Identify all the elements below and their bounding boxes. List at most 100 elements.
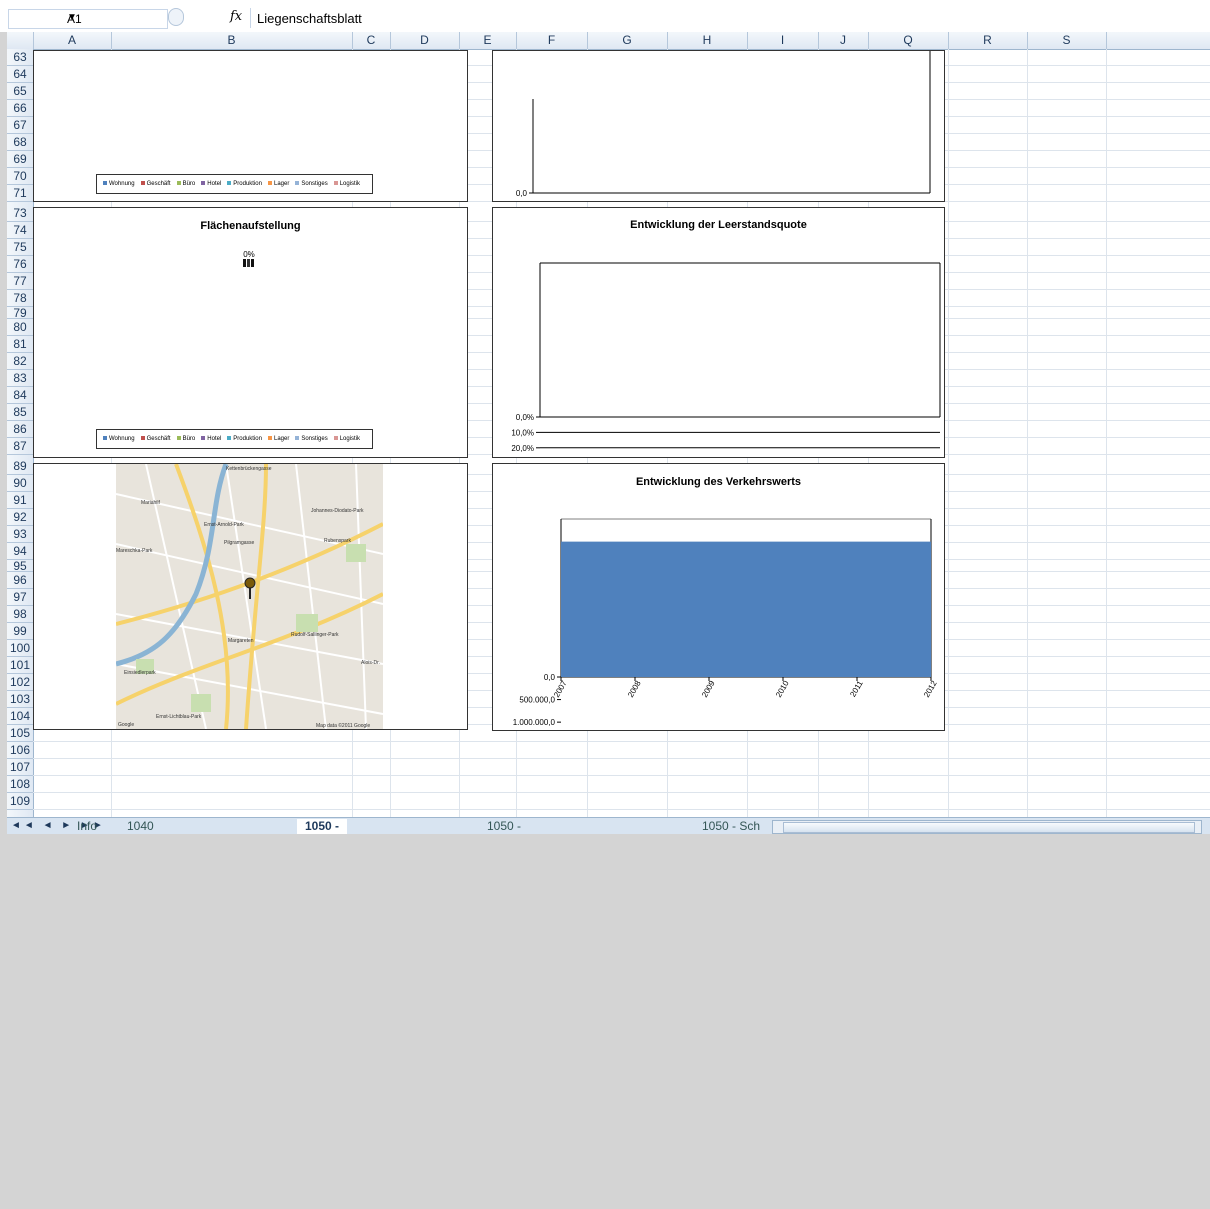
column-header-e[interactable]: E — [459, 32, 517, 49]
sheet-tab-2[interactable]: 1040 — [127, 819, 154, 834]
row-header-87[interactable]: 87 — [7, 438, 33, 455]
legend-label: Produktion — [233, 181, 262, 187]
legend-swatch — [103, 436, 107, 441]
row-header-107[interactable]: 107 — [7, 759, 33, 776]
scrollbar-thumb[interactable] — [783, 822, 1195, 833]
chart-top-right[interactable]: 0,00,10,20,30,40,50,6 — [492, 50, 945, 292]
expand-icon[interactable] — [168, 8, 184, 26]
row-header-90[interactable]: 90 — [7, 475, 33, 492]
row-header-71[interactable]: 71 — [7, 185, 33, 202]
map-label: Map data ©2011 Google — [316, 722, 370, 729]
function-icon[interactable]: fx — [230, 9, 242, 24]
row-header-67[interactable]: 67 — [7, 117, 33, 134]
column-header-d[interactable]: D — [390, 32, 460, 49]
row-header-86[interactable]: 86 — [7, 421, 33, 438]
row-header-77[interactable]: 77 — [7, 273, 33, 290]
legend-item: Wohnung — [103, 436, 135, 442]
sheet-tab-3[interactable]: 1050 - — [297, 819, 348, 834]
column-header-r[interactable]: R — [948, 32, 1028, 49]
chart-flaechenaufstellung[interactable]: Flächenaufstellung 0% Wohnung Geschäft Bür… — [33, 207, 468, 458]
row-header-82[interactable]: 82 — [7, 353, 33, 370]
legend-item: Sonstiges — [295, 181, 328, 187]
row-header-66[interactable]: 66 — [7, 100, 33, 117]
row-header-78[interactable]: 78 — [7, 290, 33, 307]
row-header-104[interactable]: 104 — [7, 708, 33, 725]
row-header-69[interactable]: 69 — [7, 151, 33, 168]
column-header-i[interactable]: I — [747, 32, 819, 49]
map-label: Johannes-Diodato-Park — [311, 508, 364, 514]
worksheet-grid[interactable]: ABCDEFGHIJQRS 63 64 65 66 67 68 69 70 71 73 74 75 76… — [7, 32, 1210, 817]
row-header-64[interactable]: 64 — [7, 66, 33, 83]
legend-item: Produktion — [227, 181, 262, 187]
row-header-81[interactable]: 81 — [7, 336, 33, 353]
map-label: Mariahilf — [141, 500, 161, 506]
row-header-83[interactable]: 83 — [7, 370, 33, 387]
row-header-76[interactable]: 76 — [7, 256, 33, 273]
area-series — [561, 541, 931, 677]
horizontal-scrollbar[interactable] — [772, 820, 1202, 834]
row-header-65[interactable]: 65 — [7, 83, 33, 100]
legend-label: Produktion — [233, 436, 262, 442]
row-header-92[interactable]: 92 — [7, 509, 33, 526]
pie-slices — [243, 259, 254, 267]
row-header-101[interactable]: 101 — [7, 657, 33, 674]
row-header-75[interactable]: 75 — [7, 239, 33, 256]
column-header-s[interactable]: S — [1027, 32, 1107, 49]
select-all-corner[interactable] — [7, 32, 34, 49]
row-header-70[interactable]: 70 — [7, 168, 33, 185]
sheet-tab-5[interactable]: 1050 - Sch — [702, 819, 760, 834]
row-header-63[interactable]: 63 — [7, 49, 33, 66]
row-header-68[interactable]: 68 — [7, 134, 33, 151]
gridline-horizontal — [33, 758, 1210, 759]
chevron-down-icon[interactable]: ▼ — [67, 12, 77, 23]
row-header-84[interactable]: 84 — [7, 387, 33, 404]
row-header-93[interactable]: 93 — [7, 526, 33, 543]
row-header-98[interactable]: 98 — [7, 606, 33, 623]
row-header-94[interactable]: 94 — [7, 543, 33, 560]
sheet-tab-1[interactable]: Info — [77, 819, 97, 834]
row-header-106[interactable]: 106 — [7, 742, 33, 759]
row-header-109[interactable]: 109 — [7, 793, 33, 810]
legend-item: Wohnung — [103, 181, 135, 187]
column-header-h[interactable]: H — [667, 32, 748, 49]
sheet-tab-4[interactable]: 1050 - — [487, 819, 521, 834]
column-header-f[interactable]: F — [516, 32, 588, 49]
row-header-105[interactable]: 105 — [7, 725, 33, 742]
gridline-horizontal — [33, 775, 1210, 776]
formula-input[interactable]: Liegenschaftsblatt — [250, 8, 1209, 28]
row-header-97[interactable]: 97 — [7, 589, 33, 606]
chart-verkehrswert[interactable]: Entwicklung des Verkehrswerts 0,0 500.000… — [492, 463, 945, 731]
map-label: Ernst-Lichtblau-Park — [156, 714, 202, 720]
column-header-j[interactable]: J — [818, 32, 869, 49]
chart-leerstandsquote[interactable]: Entwicklung der Leerstandsquote 0,0% 10,0… — [492, 207, 945, 458]
row-header-80[interactable]: 80 — [7, 319, 33, 336]
row-header-100[interactable]: 100 — [7, 640, 33, 657]
row-header-85[interactable]: 85 — [7, 404, 33, 421]
name-box[interactable]: A1 ▼ — [8, 9, 168, 29]
column-header-g[interactable]: G — [587, 32, 668, 49]
row-header-102[interactable]: 102 — [7, 674, 33, 691]
gridline-vertical — [948, 49, 949, 817]
column-header-c[interactable]: C — [352, 32, 391, 49]
legend-item: Büro — [176, 436, 195, 442]
row-header-89[interactable]: 89 — [7, 458, 33, 475]
empty-workspace — [7, 834, 1210, 1209]
column-header-a[interactable]: A — [33, 32, 112, 49]
row-header-91[interactable]: 91 — [7, 492, 33, 509]
column-header-b[interactable]: B — [111, 32, 353, 49]
map-label: Ernst-Arnold-Park — [204, 522, 244, 528]
chart-top-left[interactable]: Wohnung Geschäft Büro Hotel Produktion Lager S… — [33, 50, 468, 202]
legend-swatch — [333, 181, 338, 186]
row-header-79[interactable]: 79 — [7, 307, 33, 319]
row-header-73[interactable]: 73 — [7, 205, 33, 222]
row-header-108[interactable]: 108 — [7, 776, 33, 793]
column-header-q[interactable]: Q — [868, 32, 949, 49]
row-header-95[interactable]: 95 — [7, 560, 33, 572]
row-header-103[interactable]: 103 — [7, 691, 33, 708]
area-chart-verkehrswert: 0,0500.000,01.000.000,01.500.000,02.000.… — [513, 518, 939, 727]
map-frame[interactable]: Kettenbrückengasse Johannes-Diodato-Park M… — [33, 463, 468, 730]
row-header-96[interactable]: 96 — [7, 572, 33, 589]
map-label: Rubenspark — [324, 538, 351, 544]
row-header-99[interactable]: 99 — [7, 623, 33, 640]
row-header-74[interactable]: 74 — [7, 222, 33, 239]
